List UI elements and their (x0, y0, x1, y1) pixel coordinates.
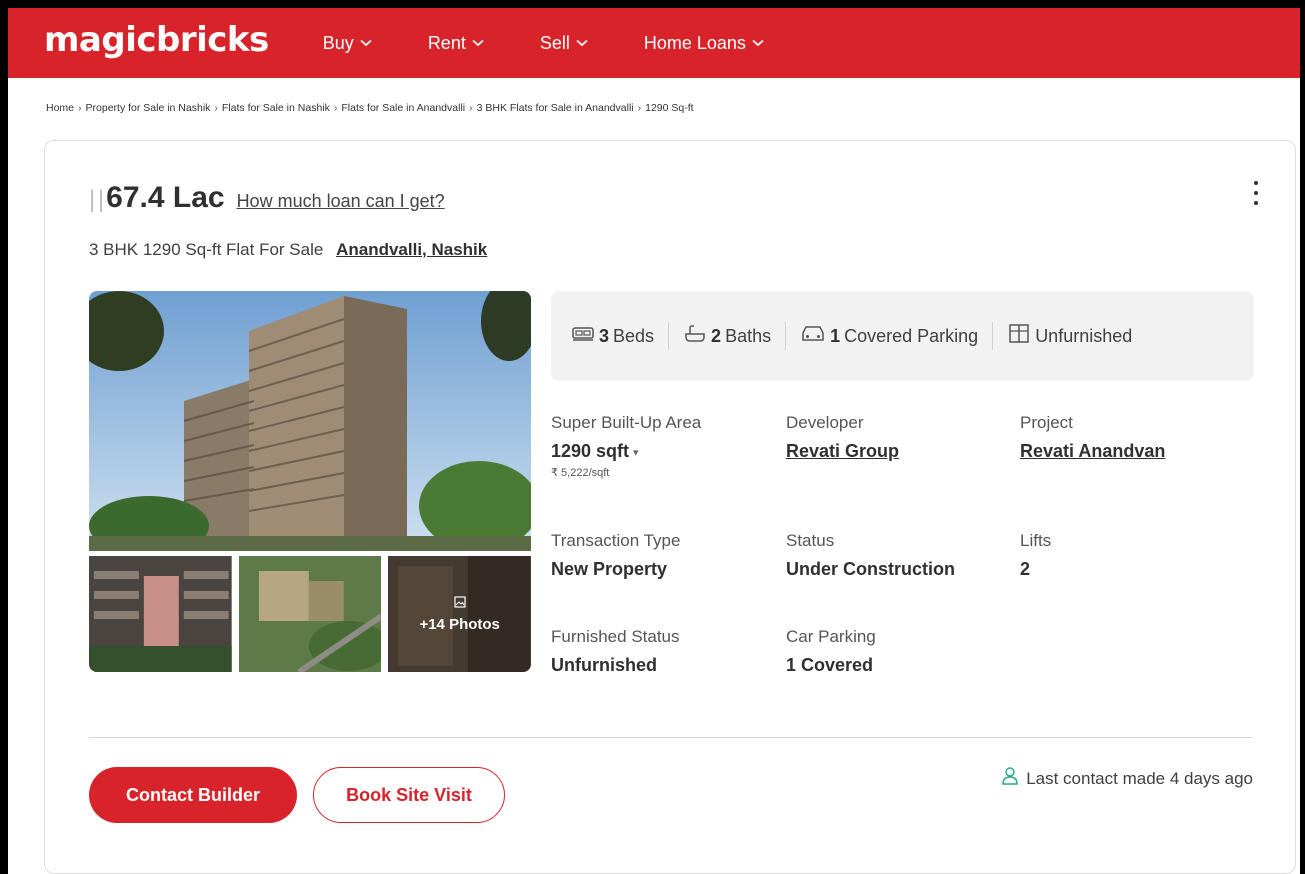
nav-buy-label: Buy (322, 32, 354, 53)
chevron-down-icon (752, 39, 764, 47)
area-label: Super Built-Up Area (551, 413, 702, 432)
more-photos-label: +14 Photos (419, 616, 500, 633)
amenity-divider (668, 322, 670, 350)
photo-thumbnails: +14 Photos (89, 556, 532, 672)
breadcrumb-3bhk-flats[interactable]: 3 BHK Flats for Sale in Anandvalli (477, 102, 634, 114)
amenity-divider (992, 322, 994, 350)
breadcrumb-current: 1290 Sq-ft (645, 102, 694, 114)
bed-icon (571, 324, 599, 349)
thumbnail-more-photos[interactable]: +14 Photos (388, 556, 532, 672)
breadcrumb: Home › Property for Sale in Nashik › Flats f… (8, 78, 1300, 130)
page-frame: magicbricks Buy Rent Sell Home Loans Hom… (8, 8, 1300, 874)
status-label: Status (786, 531, 835, 550)
chevron-down-icon (360, 39, 372, 47)
lifts-value: 2 (1020, 559, 1031, 579)
project-link[interactable]: Revati Anandvan (1020, 441, 1250, 462)
kebab-menu-icon[interactable] (1251, 181, 1261, 211)
summary-lifts: Lifts 2 (1020, 531, 1250, 580)
wardrobe-icon (1007, 323, 1035, 350)
summary-car-parking: Car Parking 1 Covered (786, 627, 1016, 676)
breadcrumb-separator: › (214, 102, 218, 114)
beds-label: Beds (613, 325, 655, 346)
summary-furnished: Furnished Status Unfurnished (551, 627, 781, 676)
chevron-down-icon (472, 39, 484, 47)
breadcrumb-nashik-property[interactable]: Property for Sale in Nashik (86, 102, 211, 114)
thumbnail-photo[interactable] (89, 556, 232, 672)
status-value: Under Construction (786, 559, 955, 579)
baths-label: Baths (725, 325, 772, 346)
developer-link[interactable]: Revati Group (786, 441, 1016, 462)
main-property-photo[interactable] (89, 291, 531, 551)
nav-rent-label: Rent (427, 32, 466, 53)
last-contact-text: Last contact made 4 days ago (1026, 768, 1253, 788)
chevron-down-icon (576, 39, 588, 47)
breadcrumb-home[interactable]: Home (46, 102, 74, 114)
summary-project: Project Revati Anandvan (1020, 413, 1250, 462)
baths-count: 2 (711, 325, 722, 346)
furnished-value: Unfurnished (551, 655, 657, 675)
section-divider (89, 737, 1253, 738)
breadcrumb-separator: › (469, 102, 473, 114)
property-price: 67.4 Lac (106, 181, 225, 214)
breadcrumb-anandvalli-flats[interactable]: Flats for Sale in Anandvalli (341, 102, 465, 114)
car-parking-value: 1 Covered (786, 655, 874, 675)
top-nav-bar: magicbricks Buy Rent Sell Home Loans (8, 8, 1300, 78)
breadcrumb-separator: › (78, 102, 82, 114)
summary-developer: Developer Revati Group (786, 413, 1016, 462)
transaction-value: New Property (551, 559, 668, 579)
amenity-baths: 2 Baths (683, 324, 771, 349)
thumbnail-photo[interactable] (238, 556, 382, 672)
caret-down-icon: ▾ (633, 446, 639, 459)
last-contact-info: Last contact made 4 days ago (1002, 767, 1253, 790)
nav-sell[interactable]: Sell (540, 33, 588, 54)
nav-sell-label: Sell (539, 32, 570, 53)
contact-builder-button[interactable]: Contact Builder (89, 767, 297, 823)
parking-label: Covered Parking (844, 325, 979, 346)
beds-count: 3 (599, 325, 610, 346)
summary-area: Super Built-Up Area 1290 sqft ▾ ₹ 5,222/s… (551, 413, 781, 479)
breadcrumb-separator: › (333, 102, 338, 114)
area-value-row[interactable]: 1290 sqft ▾ (551, 441, 781, 462)
project-label: Project (1020, 413, 1073, 432)
amenity-furnishing: Unfurnished (1007, 323, 1132, 350)
price-row: | | 67.4 Lac How much loan can I get? (89, 181, 445, 215)
summary-status: Status Under Construction (786, 531, 1016, 580)
loan-eligibility-link[interactable]: How much loan can I get? (237, 191, 445, 212)
bath-icon (683, 324, 711, 349)
furnishing-label: Unfurnished (1035, 325, 1133, 346)
furnished-label: Furnished Status (551, 627, 680, 646)
book-site-visit-button[interactable]: Book Site Visit (313, 767, 505, 823)
magicbricks-logo[interactable]: magicbricks (44, 20, 269, 60)
area-rate: ₹ 5,222/sqft (551, 467, 610, 479)
lifts-label: Lifts (1020, 531, 1052, 550)
area-value: 1290 sqft (551, 441, 630, 461)
property-headline: 3 BHK 1290 Sq-ft Flat For Sale (89, 240, 324, 259)
nav-rent[interactable]: Rent (428, 33, 484, 54)
transaction-label: Transaction Type (551, 531, 681, 550)
breadcrumb-separator: › (637, 102, 642, 114)
parking-count: 1 (830, 325, 841, 346)
property-location-link[interactable]: Anandvalli, Nashik (336, 240, 487, 259)
amenity-divider (785, 322, 787, 350)
image-icon (454, 595, 466, 612)
amenities-bar: 3 Beds 2 Baths 1 Covered Parking Unfurni… (551, 291, 1254, 381)
more-photos-overlay: +14 Photos (388, 556, 532, 672)
property-card: | | 67.4 Lac How much loan can I get? 3 … (44, 140, 1296, 874)
user-icon (1002, 767, 1026, 790)
car-parking-label: Car Parking (786, 627, 876, 646)
car-icon (800, 324, 830, 349)
rupee-icon: | | (89, 186, 104, 213)
developer-label: Developer (786, 413, 864, 432)
summary-transaction: Transaction Type New Property (551, 531, 781, 580)
amenity-parking: 1 Covered Parking (800, 324, 978, 349)
nav-buy[interactable]: Buy (323, 33, 372, 54)
nav-home-loans[interactable]: Home Loans (644, 33, 764, 54)
property-subtitle: 3 BHK 1290 Sq-ft Flat For Sale Anandvall… (89, 240, 487, 260)
amenity-beds: 3 Beds (571, 324, 654, 349)
breadcrumb-nashik-flats[interactable]: Flats for Sale in Nashik (222, 102, 330, 114)
nav-home-loans-label: Home Loans (643, 32, 746, 53)
